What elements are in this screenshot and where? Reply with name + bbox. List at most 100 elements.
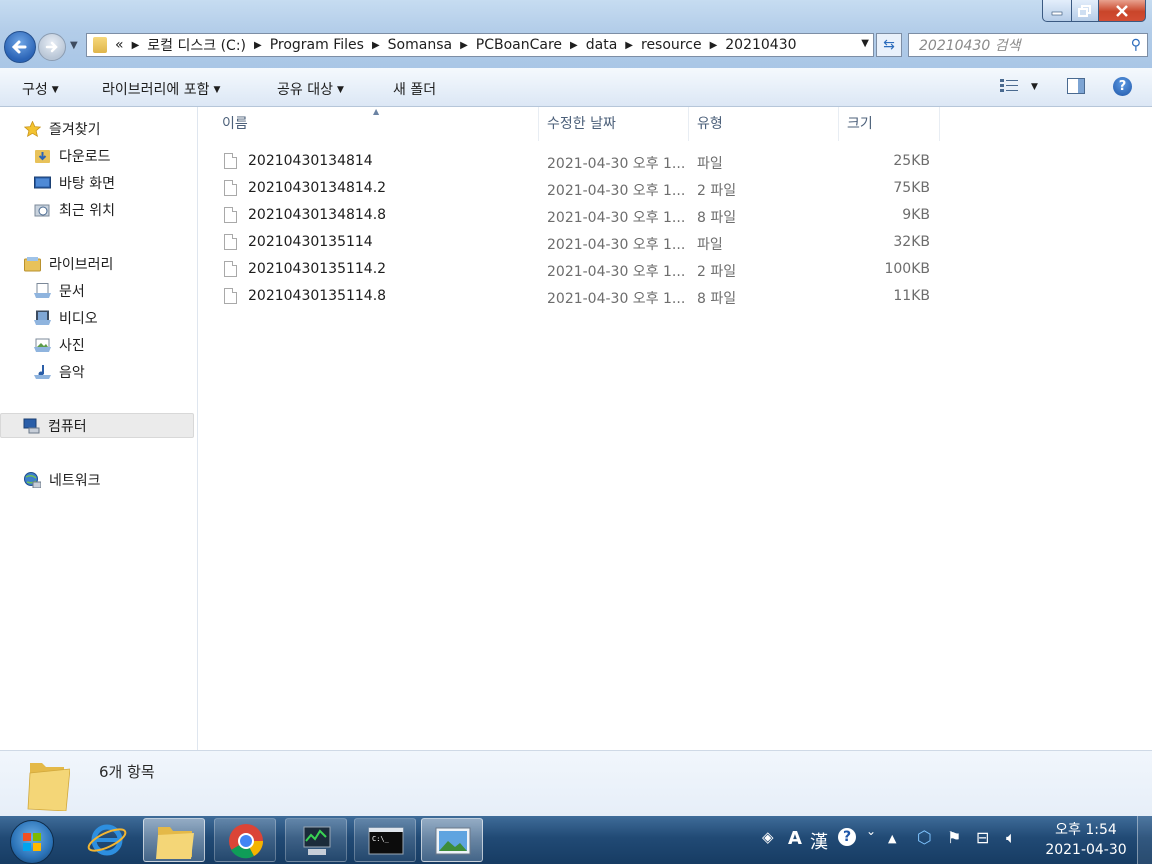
breadcrumb-local-disk[interactable]: 로컬 디스크 (C:) [147,35,246,55]
nav-computer[interactable]: 컴퓨터 [0,413,194,438]
network-status-icon[interactable]: ⊟ [976,828,989,847]
include-in-library-button[interactable]: 라이브러리에 포함 ▼ [102,79,220,99]
breadcrumb-resource[interactable]: resource [641,37,702,53]
file-row[interactable]: 20210430134814.2 2021-04-30 오후 1... 2 파일… [218,175,938,202]
start-button[interactable] [10,820,54,864]
view-options-icon[interactable] [1000,78,1018,94]
preview-pane-icon[interactable] [1067,78,1085,94]
file-row[interactable]: 20210430135114.8 2021-04-30 오후 1... 8 파일… [218,283,938,310]
close-icon [1116,4,1128,17]
nav-recent-places[interactable]: 최근 위치 [34,200,115,220]
language-bar-icon[interactable]: ◈ [762,828,774,846]
search-box[interactable]: ⚲ [908,33,1148,57]
breadcrumb-program-files[interactable]: Program Files [270,37,364,53]
show-desktop-button[interactable] [1137,816,1152,864]
nav-videos[interactable]: 비디오 [34,308,98,328]
breadcrumb-overflow[interactable]: « [115,37,124,53]
close-button[interactable] [1099,0,1146,22]
breadcrumb-current[interactable]: 20210430 [725,37,796,53]
nav-music[interactable]: 음악 [34,362,85,382]
column-header-date[interactable]: 수정한 날짜 [539,107,689,141]
file-name: 20210430134814.2 [248,180,387,196]
column-header-type[interactable]: 유형 [689,107,839,141]
chevron-right-icon[interactable]: ▶ [254,40,262,51]
breadcrumb-somansa[interactable]: Somansa [388,37,452,53]
nav-documents-label: 문서 [59,284,85,300]
share-with-button[interactable]: 공유 대상 ▼ [277,79,344,99]
chevron-right-icon[interactable]: ▶ [625,40,633,51]
ime-options-icon[interactable]: ⌄ [866,824,876,838]
chevron-right-icon[interactable]: ▶ [132,40,140,51]
nav-downloads[interactable]: 다운로드 [34,146,111,166]
show-hidden-icons-icon[interactable]: ▲ [888,832,896,845]
view-dropdown-icon[interactable]: ▼ [1031,82,1038,92]
file-date: 2021-04-30 오후 1... [547,237,686,253]
ime-hanja-icon[interactable]: 漢 [810,828,828,854]
minimize-button[interactable] [1042,0,1072,22]
search-input[interactable] [917,35,1111,57]
file-type: 2 파일 [697,183,737,199]
chrome-icon [229,824,263,859]
folder-icon [27,763,70,811]
file-size: 32KB [893,234,930,250]
file-name: 20210430135114.2 [248,261,387,277]
nav-desktop[interactable]: 바탕 화면 [34,173,115,193]
recent-pages-dropdown[interactable]: ▼ [70,40,78,51]
taskbar-task-manager[interactable] [285,818,347,862]
nav-network[interactable]: 네트워크 [24,470,101,490]
chevron-right-icon[interactable]: ▶ [372,40,380,51]
address-bar[interactable]: « ▶ 로컬 디스크 (C:) ▶ Program Files ▶ Somans… [86,33,874,57]
refresh-button[interactable]: ⇆ [876,33,902,57]
chevron-right-icon[interactable]: ▶ [460,40,468,51]
breadcrumb-data[interactable]: data [586,37,618,53]
system-clock[interactable]: 오후 1:54 2021-04-30 [1040,820,1132,860]
volume-icon[interactable]: 🔈︎ [1006,828,1016,848]
nav-favorites-label: 즐겨찾기 [49,122,101,138]
file-date: 2021-04-30 오후 1... [547,183,686,199]
file-row[interactable]: 20210430134814.8 2021-04-30 오후 1... 8 파일… [218,202,938,229]
address-dropdown-icon[interactable]: ▼ [861,38,869,49]
chevron-right-icon[interactable]: ▶ [710,40,718,51]
file-row[interactable]: 20210430135114.2 2021-04-30 오후 1... 2 파일… [218,256,938,283]
back-button[interactable] [4,31,36,63]
minimize-icon [1051,11,1063,15]
search-icon[interactable]: ⚲ [1131,37,1141,53]
nav-videos-label: 비디오 [59,311,98,327]
new-folder-button[interactable]: 새 폴더 [393,79,436,99]
nav-documents[interactable]: 문서 [34,281,85,301]
file-name: 20210430134814 [248,153,373,169]
new-folder-label: 새 폴더 [393,82,437,98]
file-date: 2021-04-30 오후 1... [547,210,686,226]
taskbar-ie[interactable] [76,818,138,862]
restore-icon [1078,4,1091,17]
nav-pictures[interactable]: 사진 [34,335,85,355]
file-row[interactable]: 20210430135114 2021-04-30 오후 1... 파일 32K… [218,229,938,256]
ime-help-icon[interactable]: ? [838,828,856,846]
nav-libraries[interactable]: 라이브러리 [24,254,113,274]
column-header-size[interactable]: 크기 [839,107,940,141]
file-type: 파일 [697,237,723,253]
action-center-flag-icon[interactable]: ⚑ [947,828,961,847]
ime-mode-icon[interactable]: A [788,828,802,849]
help-icon[interactable]: ? [1113,77,1132,96]
taskbar-cmd[interactable]: C:\_ [354,818,416,862]
windows-logo-icon [23,833,41,851]
command-prompt-icon: C:\_ [368,827,404,855]
file-row[interactable]: 20210430134814 2021-04-30 오후 1... 파일 25K… [218,148,938,175]
forward-button[interactable] [38,33,66,61]
breadcrumb-pcboancare[interactable]: PCBoanCare [476,37,562,53]
column-header-name[interactable]: 이름 [214,107,539,141]
taskbar-explorer[interactable] [143,818,205,862]
organize-button[interactable]: 구성 ▼ [22,79,59,99]
chevron-right-icon[interactable]: ▶ [570,40,578,51]
taskbar-chrome[interactable] [214,818,276,862]
file-explorer-icon [156,827,194,859]
file-icon [224,180,237,196]
maximize-button[interactable] [1072,0,1099,22]
file-date: 2021-04-30 오후 1... [547,156,686,172]
file-type: 8 파일 [697,210,737,226]
security-agent-icon[interactable]: ⬡ [917,828,932,848]
taskbar-image-viewer[interactable] [421,818,483,862]
nav-favorites[interactable]: 즐겨찾기 [23,119,101,139]
file-type: 파일 [697,156,723,172]
